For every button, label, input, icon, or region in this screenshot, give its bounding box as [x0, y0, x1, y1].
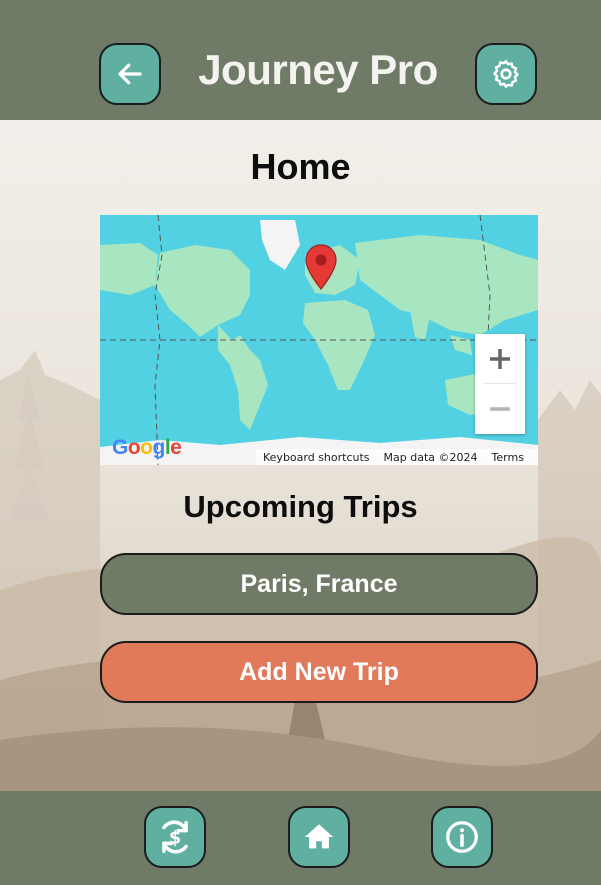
map-data-text: Map data ©2024	[383, 450, 478, 464]
plus-icon	[490, 349, 510, 369]
google-logo: Google	[112, 436, 182, 459]
arrow-left-icon	[118, 63, 142, 85]
currency-exchange-icon: $	[162, 820, 188, 854]
currency-exchange-button[interactable]: $	[144, 806, 206, 868]
map-zoom-controls	[475, 334, 525, 434]
map-attribution-bar: Keyboard shortcuts Map data ©2024 Terms	[256, 449, 538, 465]
upcoming-trips-heading: Upcoming Trips	[183, 489, 418, 524]
app-header: Journey Pro	[0, 0, 601, 120]
back-button[interactable]	[99, 43, 161, 105]
page-title: Home	[250, 146, 351, 187]
info-icon	[446, 821, 478, 853]
bottom-nav-bar: $	[0, 791, 601, 885]
home-icon	[304, 824, 334, 849]
settings-button[interactable]	[475, 43, 537, 105]
keyboard-shortcuts-link[interactable]: Keyboard shortcuts	[263, 451, 370, 464]
gear-icon	[493, 60, 519, 88]
minus-icon	[490, 407, 510, 411]
map-pin-icon[interactable]	[304, 243, 338, 291]
zoom-out-button[interactable]	[475, 384, 525, 434]
app-title: Journey Pro	[198, 46, 438, 93]
svg-text:$: $	[169, 828, 181, 848]
add-new-trip-button[interactable]: Add New Trip	[100, 641, 538, 703]
terms-link[interactable]: Terms	[492, 451, 524, 464]
info-button[interactable]	[431, 806, 493, 868]
zoom-divider	[483, 383, 517, 384]
zoom-in-button[interactable]	[475, 334, 525, 384]
trip-item-button[interactable]: Paris, France	[100, 553, 538, 615]
home-button[interactable]	[288, 806, 350, 868]
map-view[interactable]: Google Keyboard shortcuts Map data ©2024…	[100, 215, 538, 465]
